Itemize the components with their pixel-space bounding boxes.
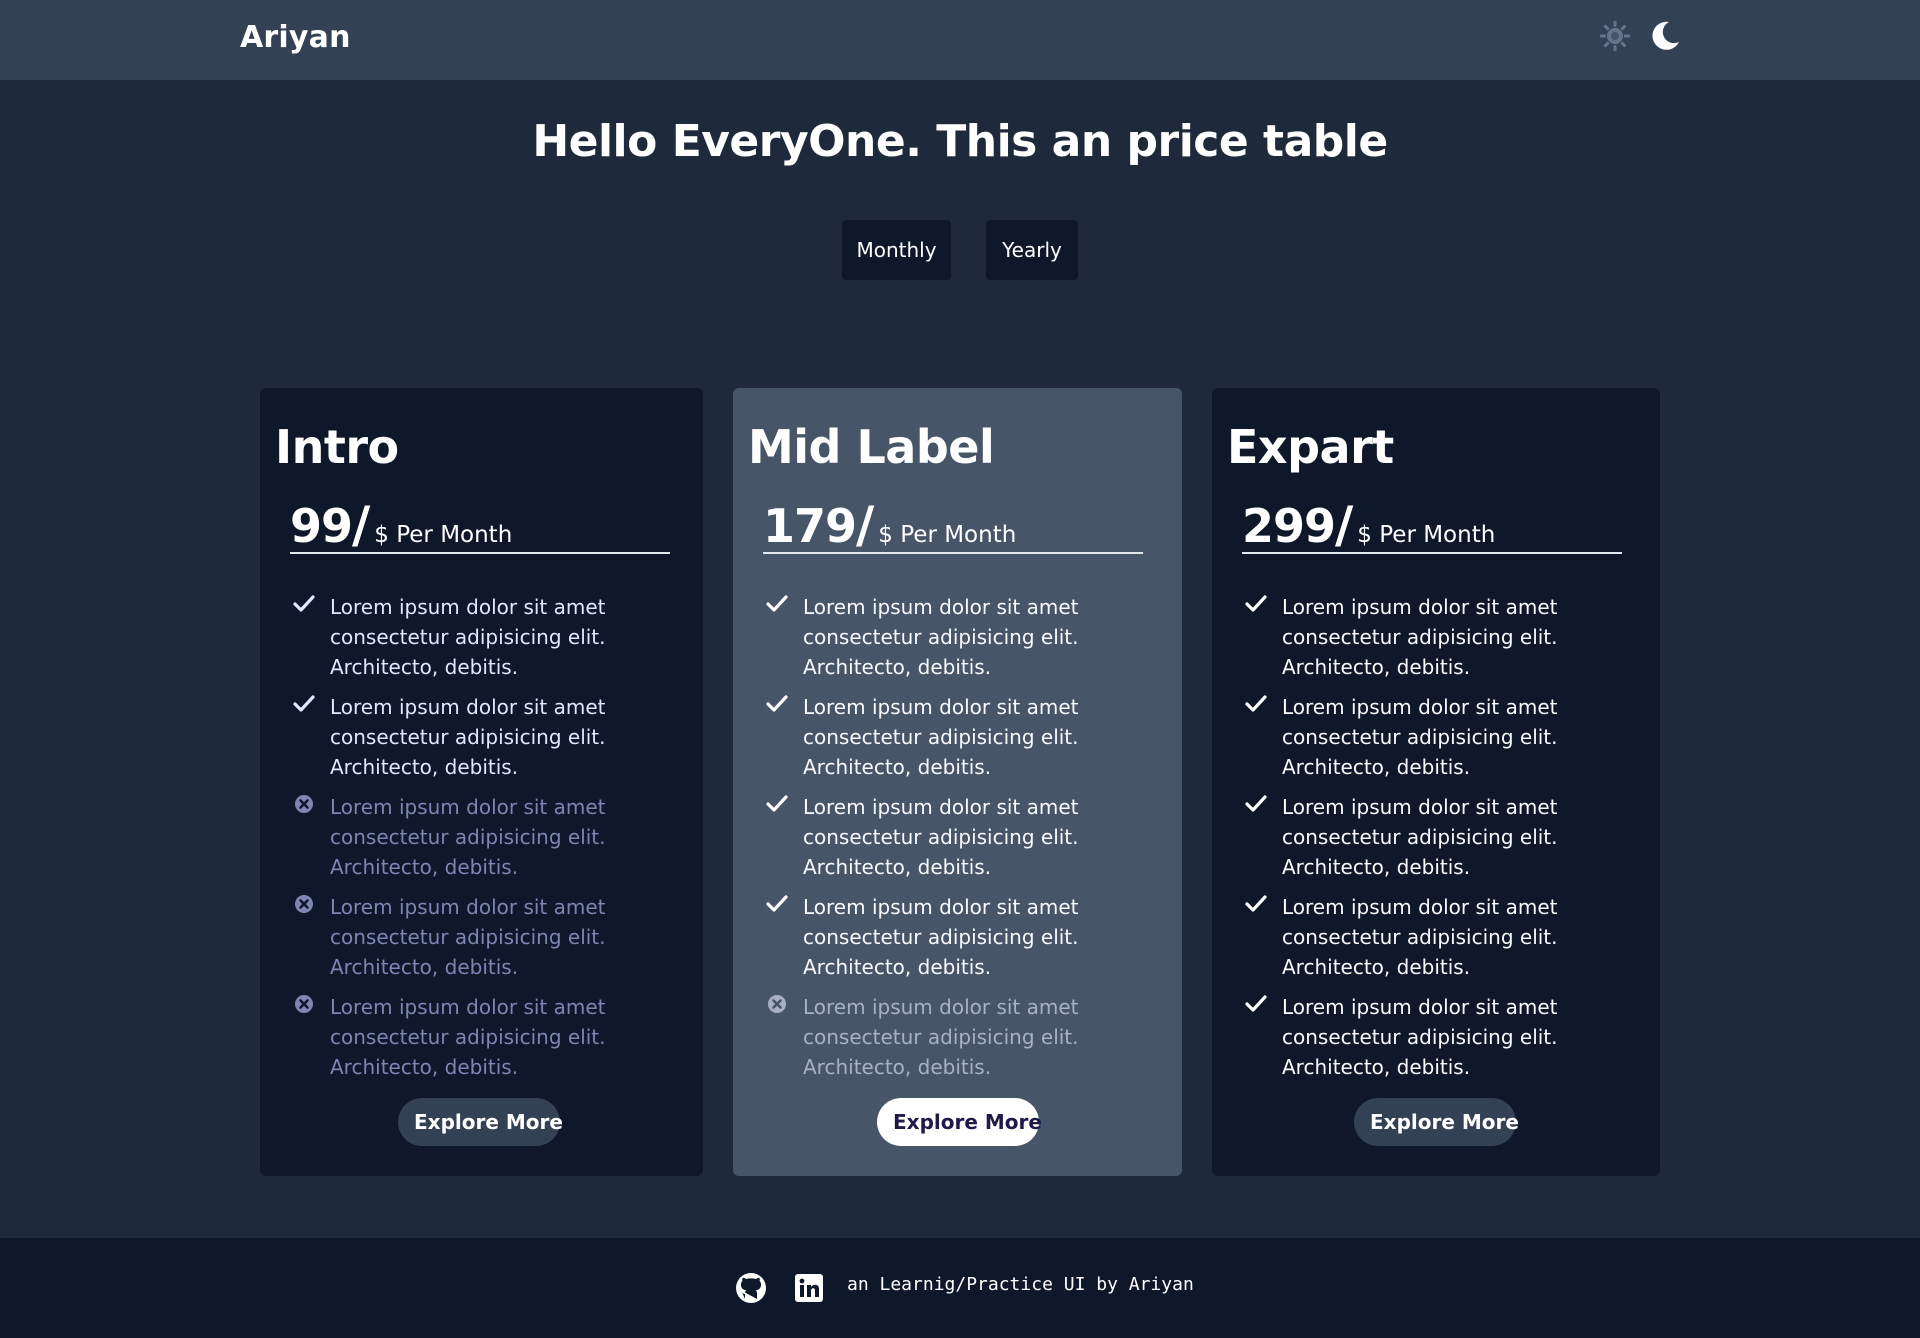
check-icon <box>766 895 788 912</box>
price-amount: 99 <box>290 499 353 553</box>
price-slash: / <box>352 496 371 554</box>
feature-item: Lorem ipsum dolor sit amet consectetur a… <box>290 892 690 992</box>
feature-item: Lorem ipsum dolor sit amet consectetur a… <box>290 992 690 1092</box>
pricing-card-intro: Intro 99/$ Per Month Lorem ipsum dolor s… <box>260 388 703 1176</box>
feature-text: Lorem ipsum dolor sit amet consectetur a… <box>803 995 1079 1079</box>
feature-item: Lorem ipsum dolor sit amet consectetur a… <box>763 592 1163 692</box>
linkedin-link[interactable] <box>793 1272 825 1304</box>
feature-item: Lorem ipsum dolor sit amet consectetur a… <box>763 692 1163 792</box>
feature-text: Lorem ipsum dolor sit amet consectetur a… <box>1282 895 1558 979</box>
feature-text: Lorem ipsum dolor sit amet consectetur a… <box>330 995 606 1079</box>
check-icon <box>293 595 315 612</box>
github-icon <box>736 1273 766 1303</box>
price-period: $ Per Month <box>878 522 1017 548</box>
feature-text: Lorem ipsum dolor sit amet consectetur a… <box>803 595 1079 679</box>
footer: an Learnig/Practice UI by Ariyan <box>0 1238 1920 1338</box>
pricing-card-mid-label: Mid Label 179/$ Per Month Lorem ipsum do… <box>733 388 1182 1176</box>
feature-list: Lorem ipsum dolor sit amet consectetur a… <box>1242 592 1642 1092</box>
feature-text: Lorem ipsum dolor sit amet consectetur a… <box>803 895 1079 979</box>
explore-more-button[interactable]: Explore More <box>877 1098 1042 1146</box>
check-icon <box>766 695 788 712</box>
feature-item: Lorem ipsum dolor sit amet consectetur a… <box>1242 692 1642 792</box>
check-icon <box>1245 695 1267 712</box>
moon-icon <box>1652 21 1679 50</box>
check-icon <box>1245 895 1267 912</box>
feature-text: Lorem ipsum dolor sit amet consectetur a… <box>803 795 1079 879</box>
pricing-card-expart: Expart 299/$ Per Month Lorem ipsum dolor… <box>1212 388 1660 1176</box>
plan-name: Mid Label <box>748 420 995 474</box>
feature-item: Lorem ipsum dolor sit amet consectetur a… <box>290 692 690 792</box>
price-row: 299/$ Per Month <box>1242 496 1622 554</box>
price-amount: 299 <box>1242 499 1336 553</box>
check-icon <box>1245 995 1267 1012</box>
price-period: $ Per Month <box>1357 522 1496 548</box>
dark-mode-toggle[interactable] <box>1645 16 1685 56</box>
feature-item: Lorem ipsum dolor sit amet consectetur a… <box>1242 592 1642 692</box>
price-row: 179/$ Per Month <box>763 496 1143 554</box>
x-circle-icon <box>768 995 786 1013</box>
plan-name: Expart <box>1227 420 1394 474</box>
price-period: $ Per Month <box>374 522 513 548</box>
feature-text: Lorem ipsum dolor sit amet consectetur a… <box>330 595 606 679</box>
feature-item: Lorem ipsum dolor sit amet consectetur a… <box>1242 892 1642 992</box>
price-slash: / <box>1335 496 1354 554</box>
github-link[interactable] <box>735 1272 767 1304</box>
feature-text: Lorem ipsum dolor sit amet consectetur a… <box>330 895 606 979</box>
price-amount: 179 <box>763 499 857 553</box>
feature-list: Lorem ipsum dolor sit amet consectetur a… <box>763 592 1163 1092</box>
x-circle-icon <box>295 895 313 913</box>
explore-more-button[interactable]: Explore More <box>1354 1098 1519 1146</box>
feature-item: Lorem ipsum dolor sit amet consectetur a… <box>1242 792 1642 892</box>
feature-item: Lorem ipsum dolor sit amet consectetur a… <box>763 792 1163 892</box>
brand-logo[interactable]: Ariyan <box>240 20 351 55</box>
explore-more-button[interactable]: Explore More <box>398 1098 563 1146</box>
plan-name: Intro <box>275 420 399 474</box>
check-icon <box>766 795 788 812</box>
page-title: Hello EveryOne. This an price table <box>532 116 1388 167</box>
feature-text: Lorem ipsum dolor sit amet consectetur a… <box>803 695 1079 779</box>
check-icon <box>293 695 315 712</box>
feature-text: Lorem ipsum dolor sit amet consectetur a… <box>1282 695 1558 779</box>
price-row: 99/$ Per Month <box>290 496 670 554</box>
feature-list: Lorem ipsum dolor sit amet consectetur a… <box>290 592 690 1092</box>
feature-item: Lorem ipsum dolor sit amet consectetur a… <box>1242 992 1642 1092</box>
feature-item: Lorem ipsum dolor sit amet consectetur a… <box>763 892 1163 992</box>
feature-text: Lorem ipsum dolor sit amet consectetur a… <box>330 695 606 779</box>
check-icon <box>1245 595 1267 612</box>
x-circle-icon <box>295 995 313 1013</box>
monthly-toggle-button[interactable]: Monthly <box>842 220 951 280</box>
light-mode-toggle[interactable] <box>1595 16 1635 56</box>
x-circle-icon <box>295 795 313 813</box>
yearly-toggle-button[interactable]: Yearly <box>986 220 1078 280</box>
footer-credit-text: an Learnig/Practice UI by Ariyan <box>847 1274 1194 1295</box>
feature-text: Lorem ipsum dolor sit amet consectetur a… <box>1282 995 1558 1079</box>
feature-item: Lorem ipsum dolor sit amet consectetur a… <box>290 592 690 692</box>
linkedin-icon <box>795 1274 823 1302</box>
feature-text: Lorem ipsum dolor sit amet consectetur a… <box>330 795 606 879</box>
feature-item: Lorem ipsum dolor sit amet consectetur a… <box>763 992 1163 1092</box>
top-navbar: Ariyan <box>0 0 1920 80</box>
sun-icon <box>1600 21 1630 51</box>
check-icon <box>1245 795 1267 812</box>
price-slash: / <box>856 496 875 554</box>
check-icon <box>766 595 788 612</box>
feature-item: Lorem ipsum dolor sit amet consectetur a… <box>290 792 690 892</box>
feature-text: Lorem ipsum dolor sit amet consectetur a… <box>1282 795 1558 879</box>
feature-text: Lorem ipsum dolor sit amet consectetur a… <box>1282 595 1558 679</box>
